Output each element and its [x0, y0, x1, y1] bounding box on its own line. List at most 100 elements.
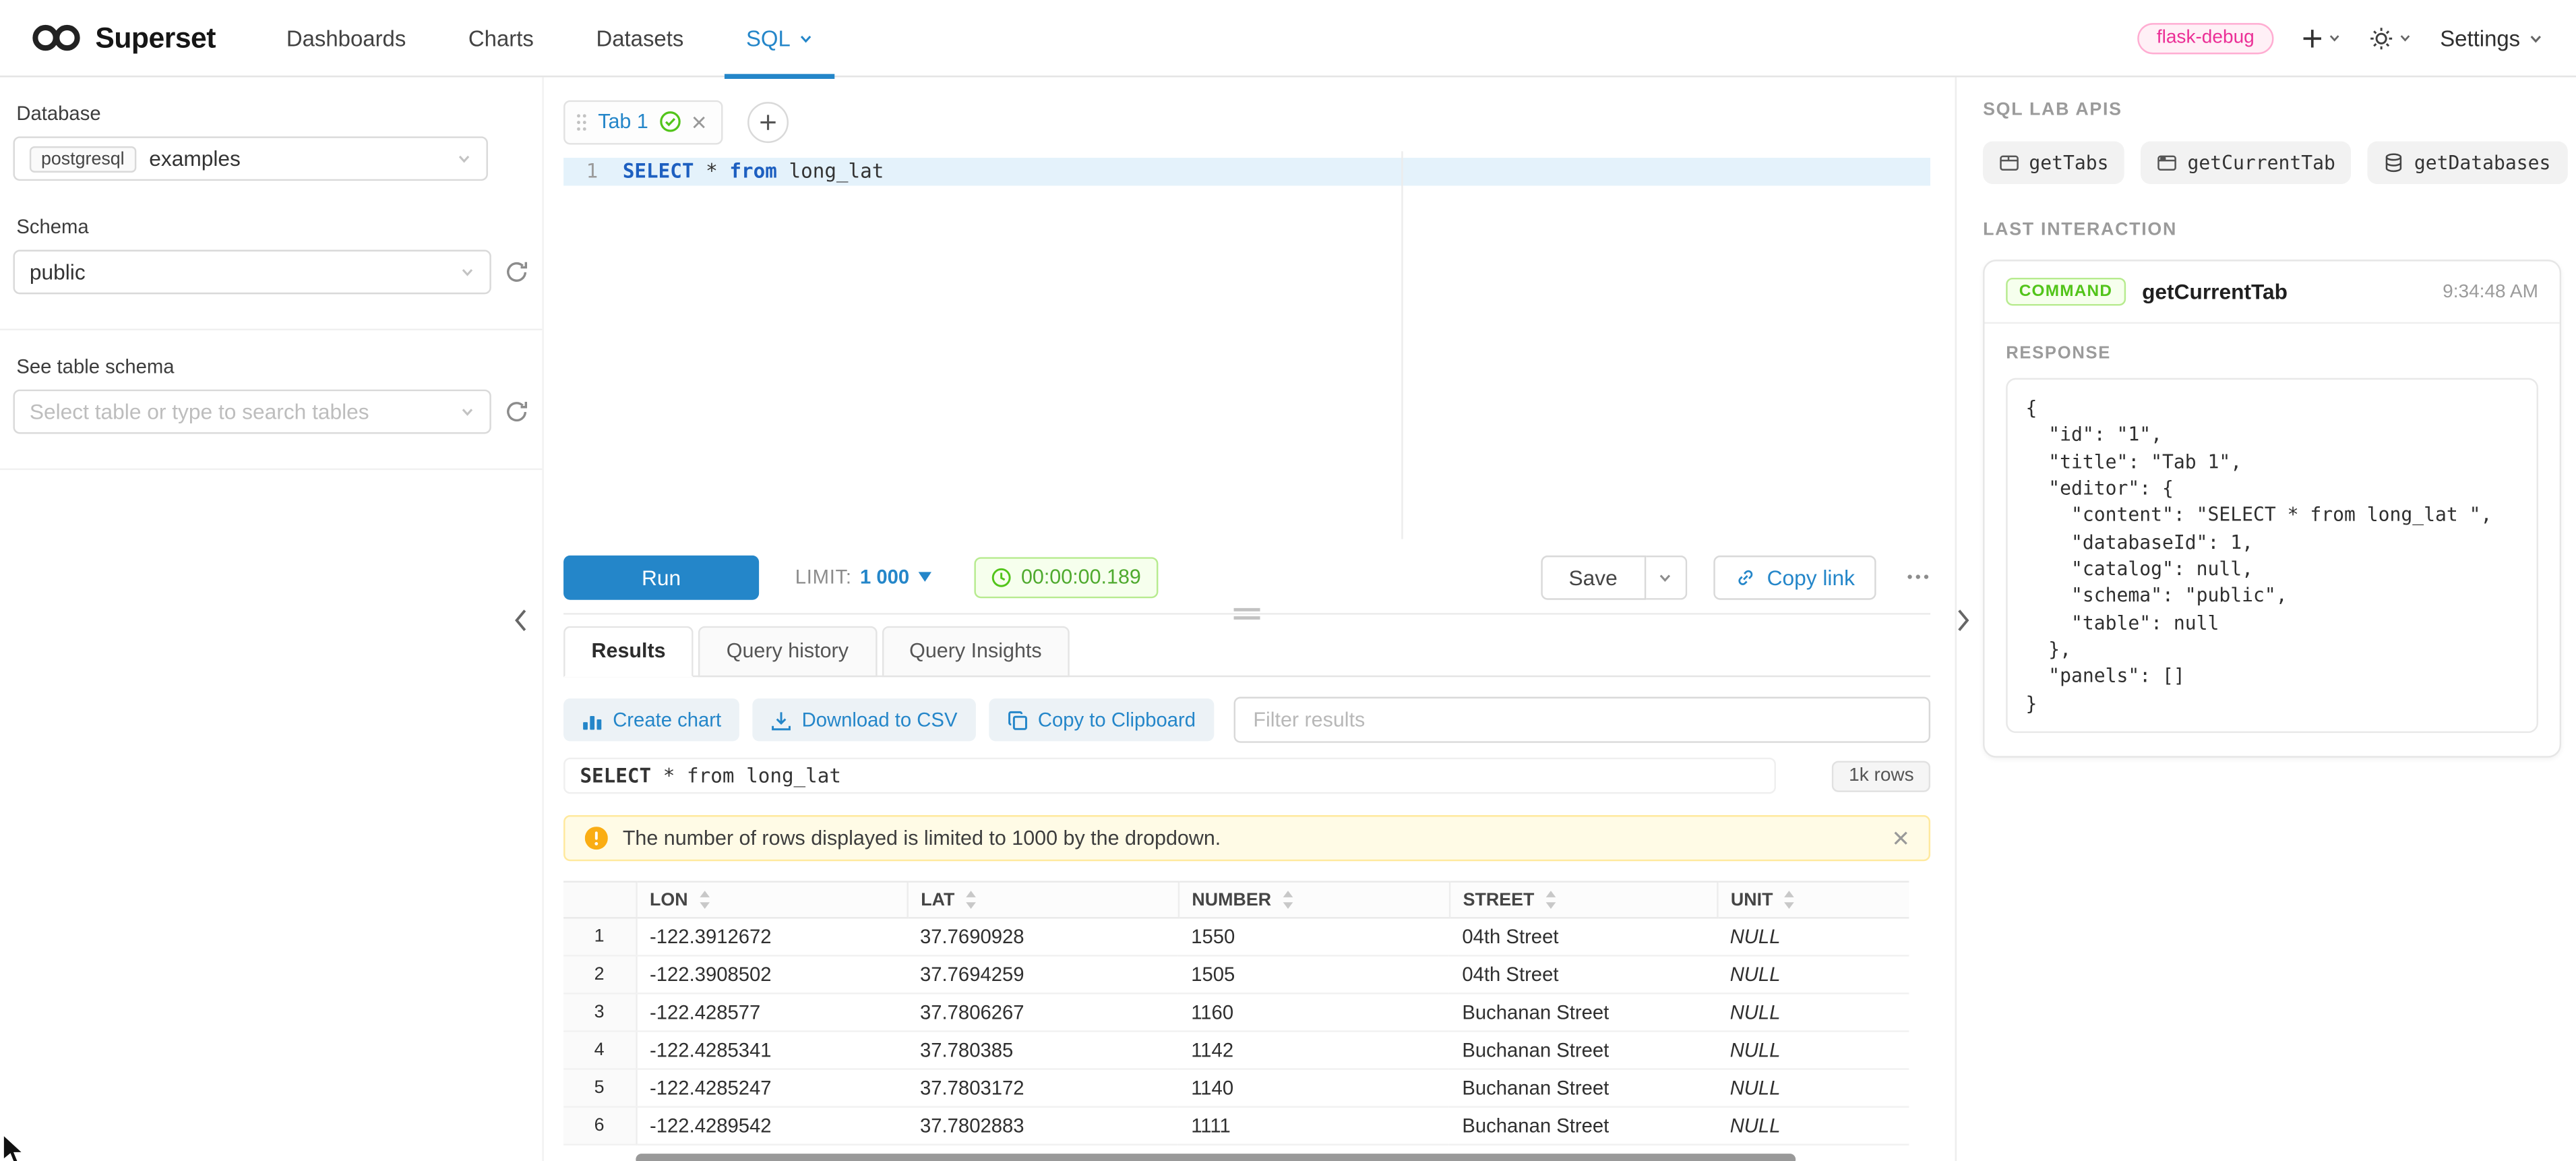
editor-gutter: 1 [563, 158, 613, 185]
run-button[interactable]: Run [563, 555, 759, 599]
tabs-icon [1999, 153, 2019, 173]
schema-label: Schema [16, 215, 529, 238]
api-panel-title: SQL LAB APIS [1983, 100, 2560, 120]
tab-query-insights[interactable]: Query Insights [882, 626, 1070, 678]
cell-lat: 37.7806267 [907, 993, 1178, 1031]
column-header-street[interactable]: STREET [1449, 882, 1717, 918]
cell-lon: -122.4285341 [636, 1032, 907, 1069]
interaction-card-body: RESPONSE { "id": "1", "title": "Tab 1", … [1985, 324, 2560, 756]
copy-to-clipboard-button[interactable]: Copy to Clipboard [989, 698, 1214, 741]
editor-toolbar: Run LIMIT: 1 000 00:00:00.189 Save Copy … [563, 554, 1930, 599]
get-tabs-button[interactable]: getTabs [1983, 142, 2125, 184]
print-margin [1401, 151, 1403, 539]
row-number-header [563, 882, 636, 918]
cell-street: Buchanan Street [1449, 1107, 1717, 1145]
nav-sql[interactable]: SQL [715, 0, 845, 76]
database-value: examples [149, 146, 241, 171]
nav-charts[interactable]: Charts [437, 0, 565, 76]
resize-grip[interactable] [1234, 608, 1260, 620]
nav-datasets[interactable]: Datasets [565, 0, 714, 76]
column-header-lat[interactable]: LAT [907, 882, 1178, 918]
theme-toggle-dropdown[interactable] [2369, 26, 2412, 51]
nav-dashboards[interactable]: Dashboards [255, 0, 437, 76]
new-item-dropdown[interactable] [2302, 27, 2341, 49]
limit-dropdown[interactable]: LIMIT: 1 000 [795, 566, 931, 589]
tab-query-history[interactable]: Query history [698, 626, 876, 678]
cell-unit: NULL [1717, 1032, 1909, 1069]
cell-number: 1140 [1178, 1069, 1449, 1107]
close-tab-icon[interactable] [691, 114, 706, 129]
collapse-api-panel-button[interactable] [1957, 608, 1970, 633]
download-csv-button[interactable]: Download to CSV [752, 698, 975, 741]
chevron-right-icon [1957, 608, 1970, 633]
sql-table-name: long_lat [789, 159, 884, 182]
warning-icon [585, 827, 608, 850]
ellipsis-icon [1906, 574, 1931, 580]
table-schema-label: See table schema [16, 355, 529, 378]
brand[interactable]: Superset [30, 20, 216, 55]
api-buttons: getTabs getCurrentTab getDatabases [1983, 142, 2560, 184]
save-dropdown-button[interactable] [1645, 555, 1686, 599]
save-split-button: Save [1541, 555, 1686, 599]
row-count-badge: 1k rows [1833, 760, 1930, 791]
editor-tabbar: Tab 1 [563, 95, 1930, 148]
schema-select[interactable]: public [13, 250, 491, 295]
sort-icon [698, 891, 711, 909]
chevron-down-icon [2399, 31, 2412, 44]
current-tab-icon [2158, 153, 2178, 173]
column-header-unit[interactable]: UNIT [1717, 882, 1909, 918]
limit-label: LIMIT: [795, 566, 852, 589]
table-row: 5 -122.4285247 37.7803172 1140 Buchanan … [563, 1069, 1909, 1107]
column-header-lon[interactable]: LON [636, 882, 907, 918]
settings-menu[interactable]: Settings [2440, 26, 2543, 51]
sql-keyword: SELECT [623, 159, 694, 182]
save-button[interactable]: Save [1541, 555, 1645, 599]
cell-unit: NULL [1717, 993, 1909, 1031]
get-current-tab-button[interactable]: getCurrentTab [2141, 142, 2352, 184]
cell-unit: NULL [1717, 955, 1909, 993]
scrollbar-thumb[interactable] [636, 1154, 1796, 1161]
navbar-right: flask-debug Settings [2137, 22, 2544, 53]
dismiss-warning-button[interactable] [1893, 830, 1909, 846]
clock-icon [990, 566, 1012, 588]
refresh-schemas-button[interactable] [504, 260, 529, 285]
get-databases-button[interactable]: getDatabases [2368, 142, 2567, 184]
sort-icon [1281, 891, 1295, 909]
cell-number: 1111 [1178, 1107, 1449, 1145]
pane-divider [563, 613, 1930, 614]
copy-link-button[interactable]: Copy link [1713, 555, 1876, 599]
collapse-sidebar-button[interactable] [514, 608, 528, 633]
editor-tab[interactable]: Tab 1 [563, 99, 722, 144]
cell-lon: -122.428577 [636, 993, 907, 1031]
filter-results-input[interactable] [1233, 697, 1930, 743]
table-select-placeholder: Select table or type to search tables [30, 399, 369, 424]
column-header-number[interactable]: NUMBER [1178, 882, 1449, 918]
sql-code-line: SELECT * from long_lat [623, 158, 884, 185]
environment-badge: flask-debug [2137, 22, 2274, 53]
sidebar-divider [0, 469, 542, 470]
superset-logo-icon [30, 22, 84, 55]
table-select[interactable]: Select table or type to search tables [13, 390, 491, 434]
database-select[interactable]: postgresql examples [13, 136, 488, 181]
chevron-down-icon [460, 264, 475, 279]
timer-value: 00:00:00.189 [1021, 566, 1141, 589]
add-tab-button[interactable] [747, 101, 788, 142]
cell-unit: NULL [1717, 1069, 1909, 1107]
warning-text: The number of rows displayed is limited … [623, 827, 1221, 850]
download-icon [770, 709, 792, 731]
code-editor[interactable]: 1 SELECT * from long_lat [563, 151, 1930, 539]
cell-street: Buchanan Street [1449, 1032, 1717, 1069]
refresh-tables-button[interactable] [504, 399, 529, 424]
more-options-button[interactable] [1906, 574, 1931, 580]
database-icon [2385, 153, 2404, 173]
cell-lat: 37.7803172 [907, 1069, 1178, 1107]
tab-results[interactable]: Results [563, 626, 694, 678]
superset-sql-lab: Superset Dashboards Charts Datasets SQL … [0, 0, 2576, 1161]
cell-street: Buchanan Street [1449, 993, 1717, 1031]
chevron-down-icon [2328, 31, 2341, 44]
sun-icon [2369, 26, 2394, 51]
create-chart-button[interactable]: Create chart [563, 698, 739, 741]
refresh-icon [504, 399, 529, 424]
header-row: LON LAT NUMBER STREET UNIT [563, 882, 1909, 918]
cell-street: 04th Street [1449, 918, 1717, 955]
